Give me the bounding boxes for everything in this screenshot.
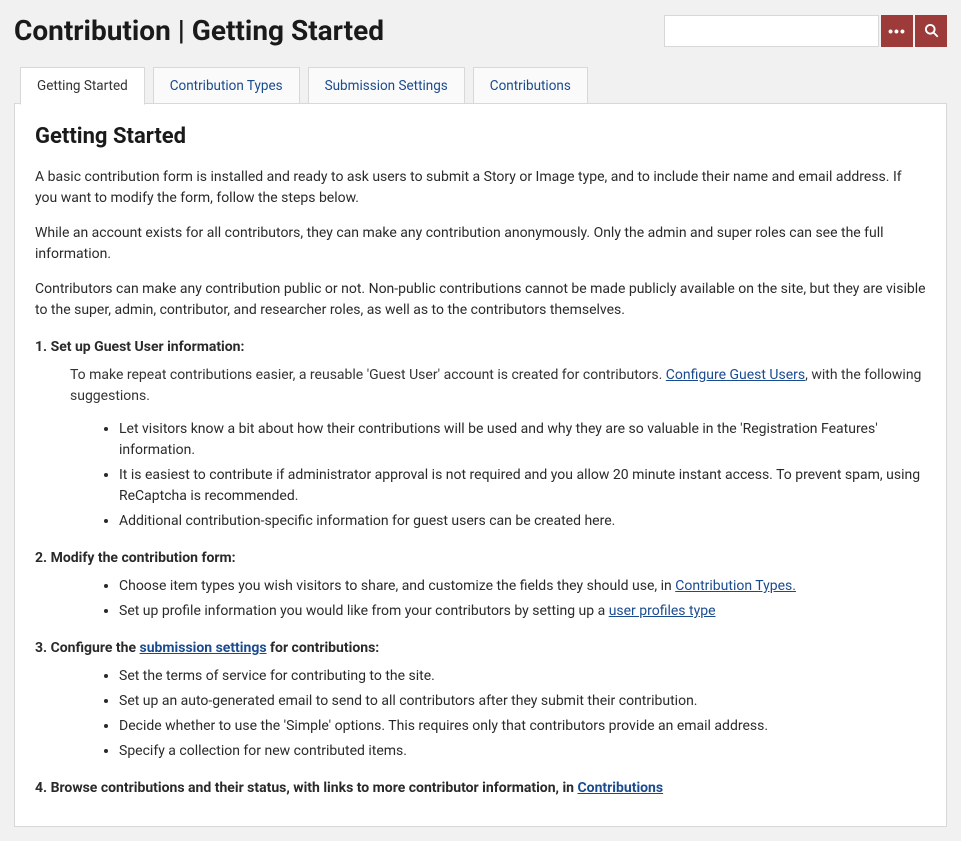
submission-settings-link[interactable]: submission settings <box>140 640 267 656</box>
tab-contributions[interactable]: Contributions <box>473 67 588 104</box>
ellipsis-icon: ••• <box>888 24 906 38</box>
list-item: Choose item types you wish visitors to s… <box>119 576 926 597</box>
contribution-types-link[interactable]: Contribution Types. <box>675 578 796 594</box>
step-2-heading: 2. Modify the contribution form: <box>35 550 926 566</box>
step-3-heading: 3. Configure the submission settings for… <box>35 640 926 656</box>
tab-getting-started[interactable]: Getting Started <box>20 67 145 105</box>
list-item: Specify a collection for new contributed… <box>119 741 926 762</box>
list-item: Set the terms of service for contributin… <box>119 666 926 687</box>
tabs: Getting Started Contribution Types Submi… <box>20 67 947 104</box>
list-item: Set up profile information you would lik… <box>119 601 926 622</box>
search-icon <box>924 23 939 38</box>
advanced-search-button[interactable]: ••• <box>881 15 913 47</box>
list-item: Set up an auto-generated email to send t… <box>119 691 926 712</box>
intro-paragraph-3: Contributors can make any contribution p… <box>35 279 926 321</box>
step-1-description: To make repeat contributions easier, a r… <box>70 365 926 407</box>
list-item: Decide whether to use the 'Simple' optio… <box>119 716 926 737</box>
content-panel: Getting Started A basic contribution for… <box>14 103 947 827</box>
step-1-list: Let visitors know a bit about how their … <box>119 419 926 532</box>
step-3-list: Set the terms of service for contributin… <box>119 666 926 762</box>
configure-guest-users-link[interactable]: Configure Guest Users <box>666 367 805 383</box>
step-4-heading: 4. Browse contributions and their status… <box>35 780 926 796</box>
list-item: Additional contribution-specific informa… <box>119 511 926 532</box>
search-group: ••• <box>664 15 947 47</box>
list-item: It is easiest to contribute if administr… <box>119 465 926 507</box>
page-title: Contribution | Getting Started <box>14 14 384 47</box>
intro-paragraph-2: While an account exists for all contribu… <box>35 223 926 265</box>
step-1-heading: 1. Set up Guest User information: <box>35 339 926 355</box>
section-heading: Getting Started <box>35 124 926 149</box>
user-profiles-type-link[interactable]: user profiles type <box>609 603 716 619</box>
search-input[interactable] <box>664 15 879 47</box>
tab-contribution-types[interactable]: Contribution Types <box>153 67 300 104</box>
intro-paragraph-1: A basic contribution form is installed a… <box>35 167 926 209</box>
search-button[interactable] <box>915 15 947 47</box>
contributions-link[interactable]: Contributions <box>578 780 664 796</box>
tab-submission-settings[interactable]: Submission Settings <box>308 67 465 104</box>
list-item: Let visitors know a bit about how their … <box>119 419 926 461</box>
step-2-list: Choose item types you wish visitors to s… <box>119 576 926 622</box>
